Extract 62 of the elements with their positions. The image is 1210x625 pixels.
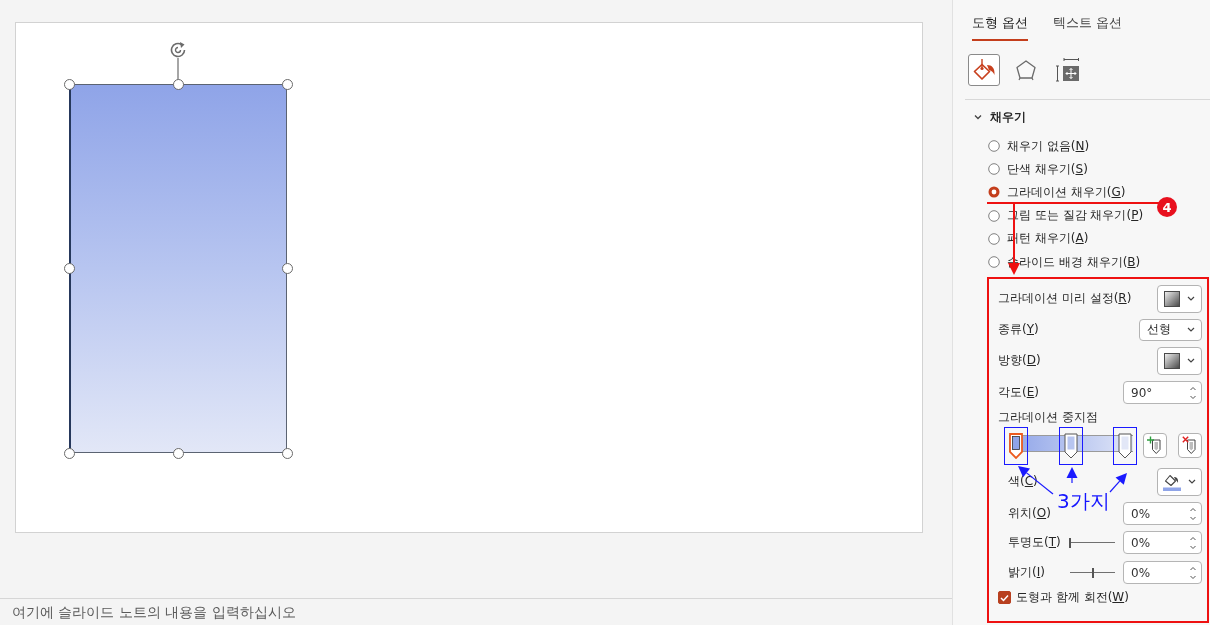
pane-tab[interactable]: 텍스트 옵션 bbox=[1053, 14, 1123, 41]
paint-bucket-icon bbox=[972, 58, 996, 82]
radio-option[interactable]: 그라데이션 채우기(G) bbox=[988, 180, 1126, 205]
add-stop-icon bbox=[1147, 436, 1163, 456]
step-number-badge: 4 bbox=[1157, 197, 1177, 217]
field-label: 그라데이션 미리 설정(R) bbox=[998, 290, 1132, 308]
checkbox[interactable] bbox=[998, 591, 1011, 605]
field-label: 위치(O) bbox=[1007, 505, 1051, 523]
brightness-field[interactable]: 0% bbox=[1123, 561, 1202, 585]
resize-handle[interactable] bbox=[63, 447, 75, 459]
remove-stop-icon bbox=[1182, 436, 1198, 456]
spin-arrows-icon bbox=[1189, 564, 1197, 581]
checkbox-option[interactable]: 도형과 함께 회전(W) bbox=[998, 589, 1129, 607]
field-label: 종류(Y) bbox=[998, 321, 1039, 339]
caret-icon bbox=[1187, 296, 1195, 302]
annotation-arrow bbox=[1109, 472, 1127, 493]
annotation-arrow bbox=[1066, 466, 1078, 484]
slider-thumb[interactable] bbox=[1091, 567, 1094, 578]
pane-tab[interactable]: 도형 옵션 bbox=[972, 14, 1029, 41]
field-label: 각도(E) bbox=[998, 384, 1039, 402]
spin-arrows-icon bbox=[1189, 534, 1197, 551]
category-tab[interactable] bbox=[968, 54, 1000, 86]
resize-handle[interactable] bbox=[63, 263, 75, 274]
caret-icon bbox=[1187, 327, 1195, 333]
gradient-type-dropdown[interactable]: 선형 bbox=[1139, 318, 1202, 341]
spin-arrows-icon bbox=[1189, 384, 1197, 401]
caret-icon bbox=[1188, 479, 1196, 485]
gradient-stop-handle[interactable] bbox=[1118, 432, 1132, 459]
gradient-swatch-icon bbox=[1164, 290, 1180, 307]
caret-icon bbox=[1187, 358, 1195, 364]
gradient-swatch-icon bbox=[1164, 352, 1180, 369]
field-label: 방향(D) bbox=[998, 352, 1041, 370]
resize-handle[interactable] bbox=[281, 78, 293, 90]
resize-handle[interactable] bbox=[172, 447, 184, 459]
resize-handle[interactable] bbox=[63, 78, 75, 90]
gradient-preset-dropdown[interactable] bbox=[1157, 284, 1202, 313]
pentagon-icon bbox=[1015, 59, 1037, 81]
direction-dropdown[interactable] bbox=[1157, 346, 1202, 375]
paint-bucket-icon bbox=[1163, 472, 1181, 491]
field-label: 투명도(T) bbox=[1007, 534, 1061, 552]
add-stop-button[interactable] bbox=[1143, 433, 1167, 459]
radio-option[interactable]: 채우기 없음(N) bbox=[988, 134, 1090, 158]
gradient-stop-handle[interactable] bbox=[1009, 432, 1023, 459]
transparency-field[interactable]: 0% bbox=[1123, 531, 1202, 555]
size-position-icon bbox=[1056, 58, 1080, 82]
position-field[interactable]: 0% bbox=[1123, 502, 1202, 526]
resize-handle[interactable] bbox=[281, 263, 293, 274]
resize-handle[interactable] bbox=[281, 447, 293, 459]
radio-option[interactable]: 단색 채우기(S) bbox=[988, 157, 1088, 181]
angle-field[interactable]: 90° bbox=[1123, 381, 1202, 405]
annotation-text: 3가지 bbox=[1057, 488, 1110, 513]
section-label: 그라데이션 중지점 bbox=[998, 409, 1098, 427]
section-header[interactable]: 채우기 bbox=[953, 107, 1026, 127]
field-label: 색(C) bbox=[1007, 473, 1038, 491]
notes-field[interactable]: 여기에 슬라이드 노트의 내용을 입력하십시오 bbox=[12, 601, 342, 623]
field-label: 밝기(I) bbox=[1007, 564, 1045, 582]
spin-arrows-icon bbox=[1189, 505, 1197, 522]
rotate-handle-icon[interactable] bbox=[169, 42, 187, 80]
resize-handle[interactable] bbox=[172, 78, 184, 90]
remove-stop-button[interactable] bbox=[1178, 433, 1202, 459]
gradient-stop-handle[interactable] bbox=[1063, 432, 1078, 459]
color-dropdown[interactable] bbox=[1157, 467, 1202, 496]
